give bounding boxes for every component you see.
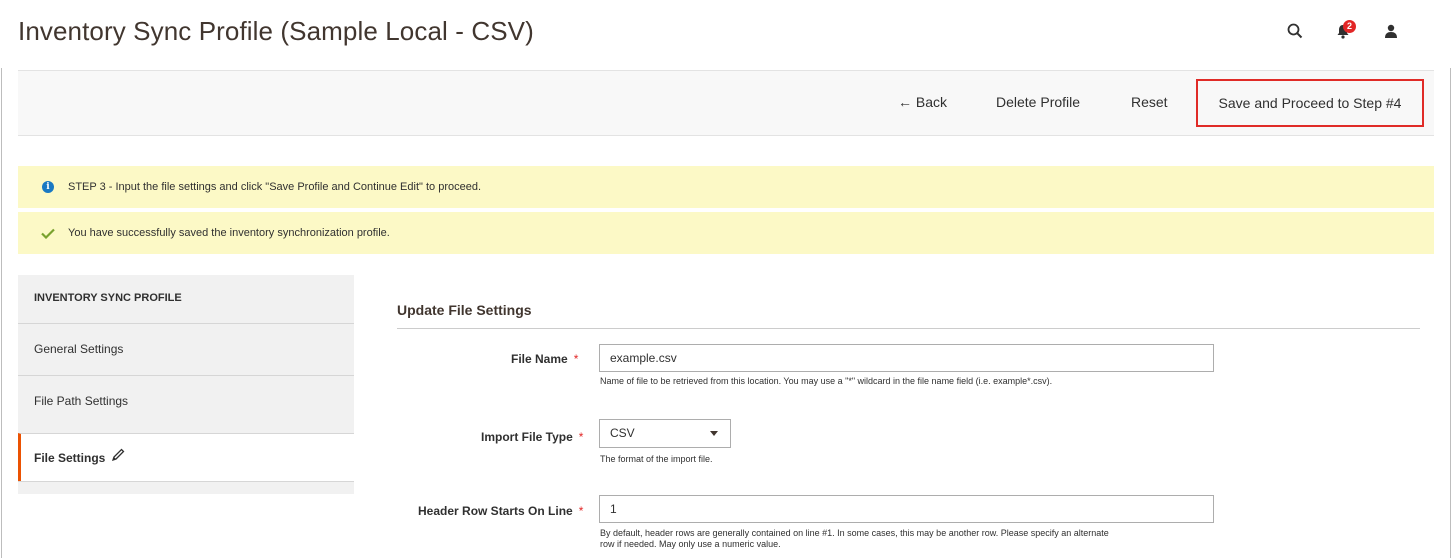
required-mark: * (573, 352, 579, 366)
info-message: i STEP 3 - Input the file settings and c… (18, 166, 1434, 208)
required-mark: * (578, 504, 584, 518)
pencil-icon (111, 448, 125, 467)
sidebar-item-label: File Settings (34, 451, 106, 465)
back-button[interactable]: ← Back (898, 94, 947, 110)
header-actions: 2 (1282, 18, 1404, 44)
reset-button[interactable]: Reset (1131, 94, 1168, 110)
sidebar-item-general-settings[interactable]: General Settings (18, 323, 354, 371)
page-header: Inventory Sync Profile (Sample Local - C… (0, 0, 1452, 68)
section-divider (397, 328, 1420, 329)
user-icon[interactable] (1378, 18, 1404, 44)
required-mark: * (578, 430, 584, 444)
import-file-type-value: CSV (610, 426, 635, 440)
import-file-type-select[interactable]: CSV (599, 419, 731, 448)
save-and-proceed-label: Save and Proceed to Step #4 (1218, 95, 1402, 111)
delete-profile-button[interactable]: Delete Profile (996, 94, 1080, 110)
file-name-note: Name of file to be retrieved from this l… (600, 376, 1053, 386)
header-row-label: Header Row Starts On Line * (418, 504, 583, 518)
file-name-label-text: File Name (511, 352, 568, 366)
bell-icon[interactable]: 2 (1330, 18, 1356, 44)
save-and-proceed-button[interactable]: Save and Proceed to Step #4 (1196, 79, 1424, 127)
sidebar-item-label: General Settings (34, 342, 124, 356)
header-row-note-line-2: row if needed. May only use a numeric va… (600, 539, 781, 549)
page-actions-toolbar: ← Back Delete Profile Reset Save and Pro… (18, 70, 1434, 136)
header-row-note-line-1: By default, header rows are generally co… (600, 528, 1109, 538)
search-icon[interactable] (1282, 18, 1308, 44)
header-row-input[interactable] (599, 495, 1214, 523)
import-file-type-label: Import File Type * (481, 430, 583, 444)
notification-badge: 2 (1343, 20, 1356, 33)
success-message-text: You have successfully saved the inventor… (68, 227, 390, 239)
info-message-text: STEP 3 - Input the file settings and cli… (68, 181, 482, 193)
chevron-down-icon (698, 420, 730, 447)
sidebar-nav: INVENTORY SYNC PROFILE General Settings … (18, 275, 354, 494)
page-title: Inventory Sync Profile (Sample Local - C… (18, 16, 534, 46)
info-icon: i (38, 181, 58, 193)
section-title: Update File Settings (397, 302, 532, 318)
sidebar-footer (18, 481, 354, 494)
import-file-type-label-text: Import File Type (481, 430, 573, 444)
import-file-type-note: The format of the import file. (600, 454, 713, 464)
file-name-input[interactable] (599, 344, 1214, 372)
sidebar-item-file-path-settings[interactable]: File Path Settings (18, 375, 354, 423)
success-message: You have successfully saved the inventor… (18, 212, 1434, 254)
sidebar-item-file-settings[interactable]: File Settings (18, 433, 354, 481)
header-row-label-text: Header Row Starts On Line (418, 504, 573, 518)
header-row-note: By default, header rows are generally co… (600, 528, 1240, 550)
sidebar-item-label: File Path Settings (34, 394, 129, 408)
file-name-label: File Name * (511, 352, 578, 366)
sidebar-title: INVENTORY SYNC PROFILE (34, 292, 182, 304)
checkmark-icon (38, 228, 58, 239)
